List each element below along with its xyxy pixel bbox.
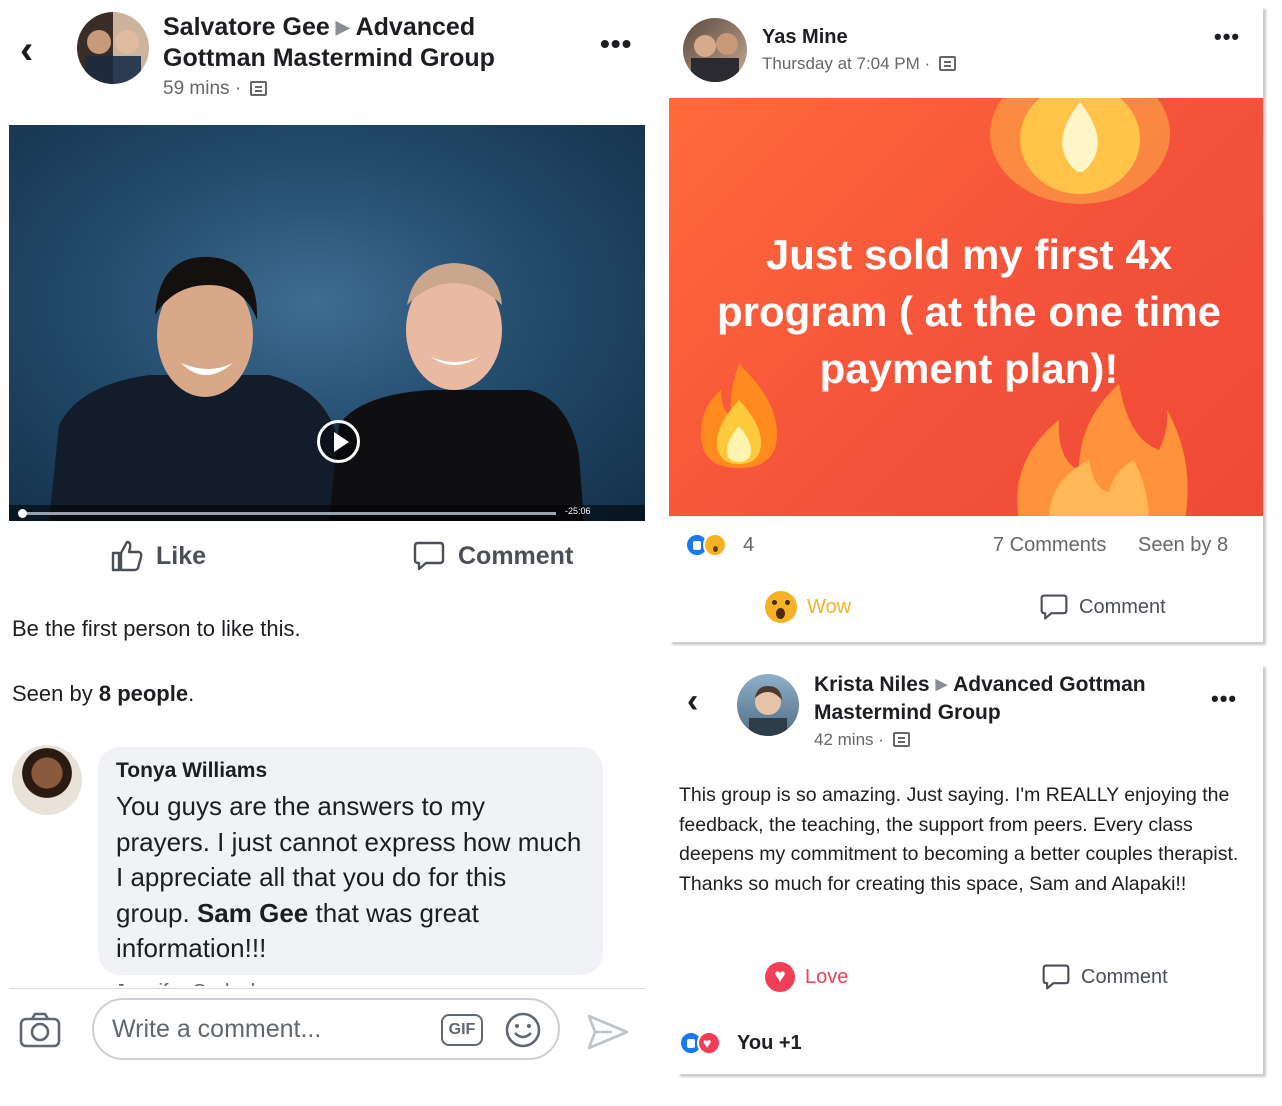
comment-bubble: Tonya Williams You guys are the answers …: [98, 747, 603, 975]
seen-suffix: .: [188, 681, 195, 706]
comment-button[interactable]: Comment: [1039, 592, 1166, 622]
avatar-photo-icon: [691, 33, 739, 82]
like-button[interactable]: Like: [110, 539, 206, 573]
fire-emoji-icon: [990, 98, 1170, 204]
seen-by-count[interactable]: Seen by 8: [1138, 534, 1228, 557]
group-privacy-icon: [892, 732, 910, 747]
arrow-right-icon: ▶: [935, 676, 948, 693]
more-options-icon[interactable]: •••: [600, 28, 632, 60]
send-icon[interactable]: [586, 1012, 630, 1052]
comment-bubble-icon: [1042, 964, 1070, 990]
video-player[interactable]: -25:06: [9, 125, 645, 521]
wow-label: Wow: [807, 595, 852, 618]
author-avatar[interactable]: [683, 18, 747, 82]
right-top-post: Yas Mine Thursday at 7:04 PM · ••• Just …: [669, 6, 1263, 642]
play-button[interactable]: [317, 420, 360, 463]
love-heart-icon: ♥: [765, 962, 795, 992]
group-privacy-icon: [250, 81, 268, 96]
right-bottom-post: ‹ Krista Niles ▶ Advanced Gottman Mastermi…: [677, 664, 1263, 1074]
reaction-count[interactable]: 4: [743, 534, 754, 557]
wow-emoji-icon: [765, 591, 797, 623]
post-meta: Thursday at 7:04 PM ·: [762, 54, 956, 74]
post-time[interactable]: 59 mins: [163, 78, 230, 99]
author-avatar[interactable]: [77, 12, 149, 84]
post-body: This group is so amazing. Just saying. I…: [679, 784, 1239, 895]
fire-emoji-icon: [1017, 384, 1188, 516]
author-avatar[interactable]: [737, 674, 799, 736]
status-banner[interactable]: Just sold my first 4x program ( at the o…: [669, 98, 1263, 516]
comments-count[interactable]: 7 Comments: [993, 534, 1106, 557]
post-time[interactable]: Thursday at 7:04 PM: [762, 54, 920, 73]
wow-reaction-icon: [703, 533, 727, 557]
seen-count: 8 people: [98, 681, 189, 706]
post-header-title: Krista Niles ▶ Advanced Gottman Mastermind…: [814, 671, 1214, 727]
author-name[interactable]: Salvatore Gee: [163, 13, 330, 41]
wow-button[interactable]: Wow: [765, 591, 851, 623]
commenter-avatar[interactable]: [12, 745, 82, 815]
comment-label: Comment: [1081, 965, 1168, 988]
mention-link[interactable]: Sam Gee: [197, 898, 308, 928]
love-label: Love: [805, 965, 849, 988]
group-privacy-icon: [938, 56, 956, 71]
reactions-summary[interactable]: You +1: [737, 1032, 802, 1055]
love-button[interactable]: ♥ Love: [765, 962, 848, 992]
video-time: -25:06: [565, 506, 591, 516]
composer-divider: [9, 988, 645, 989]
comment-button[interactable]: Comment: [1041, 962, 1168, 992]
comment-text: You guys are the answers to my prayers. …: [116, 789, 585, 967]
arrow-right-icon: ▶: [335, 17, 350, 37]
more-options-icon[interactable]: •••: [1214, 24, 1240, 50]
comment-label: Comment: [458, 541, 574, 570]
avatar-photo-icon: [749, 686, 787, 736]
reaction-icons[interactable]: [679, 1031, 721, 1055]
comment-bubble-icon: [413, 541, 445, 571]
video-scrub-handle[interactable]: [18, 509, 27, 518]
camera-icon[interactable]: [18, 1011, 62, 1049]
left-post: ‹ Salvatore Gee ▶ Advanced Gottman Masterm…: [0, 0, 655, 1106]
seen-prefix: Seen by: [12, 681, 99, 706]
seen-by-summary[interactable]: Seen by 8 people.: [12, 681, 194, 707]
comment-button[interactable]: Comment: [412, 539, 573, 573]
back-arrow-icon[interactable]: ‹: [20, 30, 33, 70]
post-meta: 42 mins ·: [814, 730, 910, 750]
love-reaction-icon: [697, 1031, 721, 1055]
more-options-icon[interactable]: •••: [1211, 686, 1237, 712]
comment-composer[interactable]: GIF: [92, 998, 560, 1060]
video-controls: -25:06: [9, 505, 645, 521]
video-progress-bar[interactable]: [21, 512, 556, 515]
comment-label: Comment: [1079, 595, 1166, 618]
thumbs-up-icon: [111, 540, 143, 572]
reaction-icons[interactable]: [685, 533, 727, 557]
emoji-icon[interactable]: [504, 1011, 542, 1049]
avatar-photo-icon: [85, 30, 141, 84]
comment-bubble-icon: [1040, 594, 1068, 620]
video-frame-image: [49, 256, 584, 521]
comment-input[interactable]: [112, 1011, 432, 1047]
author-name[interactable]: Krista Niles: [814, 673, 930, 696]
gif-button[interactable]: GIF: [441, 1014, 483, 1046]
post-meta: 59 mins ·: [163, 78, 268, 100]
post-time[interactable]: 42 mins: [814, 730, 874, 749]
likes-summary: Be the first person to like this.: [12, 616, 301, 641]
like-label: Like: [156, 541, 207, 570]
banner-text: Just sold my first 4x program ( at the o…: [716, 231, 1222, 392]
next-comment-author: Jennifer Gerlach: [115, 978, 335, 986]
commenter-name[interactable]: Tonya Williams: [116, 759, 585, 783]
author-name[interactable]: Yas Mine: [762, 26, 848, 49]
back-arrow-icon[interactable]: ‹: [687, 684, 698, 718]
post-header-title: Salvatore Gee ▶ Advanced Gottman Mastermin…: [163, 12, 543, 74]
